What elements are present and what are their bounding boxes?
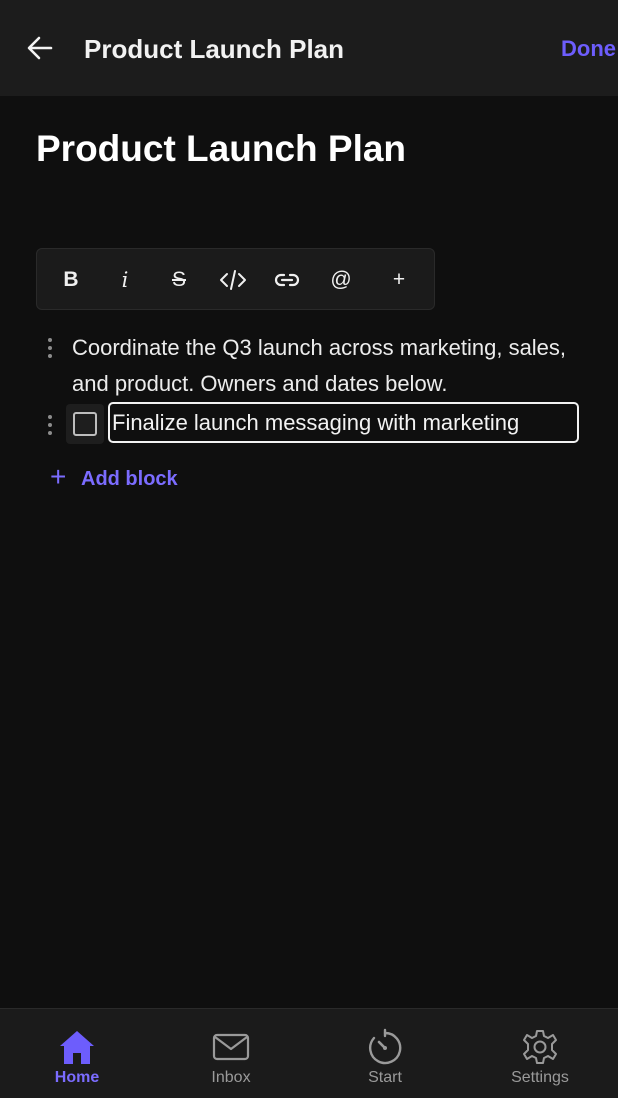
paragraph-drag-handle[interactable] <box>43 336 57 360</box>
back-button[interactable] <box>22 30 58 66</box>
add-block-label: Add block <box>81 467 178 490</box>
todo-checkbox[interactable] <box>66 404 104 444</box>
todo-drag-handle[interactable] <box>43 413 57 437</box>
mail-icon <box>211 1027 251 1067</box>
nav-label-settings: Settings <box>511 1069 569 1086</box>
code-button[interactable] <box>206 249 260 311</box>
formatting-toolbar: B i S @ + <box>36 248 435 310</box>
nav-label-inbox: Inbox <box>211 1069 251 1086</box>
header-title: Product Launch Plan <box>84 34 345 64</box>
link-icon <box>274 273 300 287</box>
link-button[interactable] <box>260 249 314 311</box>
plus-icon: + <box>50 461 67 492</box>
insert-button[interactable]: + <box>372 249 426 311</box>
mention-button[interactable]: @ <box>314 249 368 311</box>
paragraph-block[interactable]: Coordinate the Q3 launch across marketin… <box>72 330 582 402</box>
nav-item-home[interactable]: Home <box>0 1009 154 1098</box>
nav-item-inbox[interactable]: Inbox <box>154 1009 308 1098</box>
todo-text-input[interactable] <box>108 402 579 443</box>
strikethrough-button[interactable]: S <box>152 249 206 311</box>
timer-icon <box>365 1027 405 1067</box>
nav-item-settings[interactable]: Settings <box>463 1009 617 1098</box>
done-button[interactable]: Done <box>561 36 616 62</box>
nav-item-start[interactable]: Start <box>308 1009 462 1098</box>
home-icon <box>57 1027 97 1067</box>
document-title[interactable]: Product Launch Plan <box>36 128 406 170</box>
nav-label-home: Home <box>54 1069 100 1086</box>
bold-button[interactable]: B <box>44 249 98 311</box>
gear-icon <box>520 1027 560 1067</box>
top-bar: Product Launch Plan Done <box>0 0 618 96</box>
app-screen: Product Launch Plan Done Product Launch … <box>0 0 618 1098</box>
code-icon <box>220 270 246 290</box>
arrow-left-icon <box>27 36 53 60</box>
italic-button[interactable]: i <box>98 249 152 311</box>
nav-label-start: Start <box>368 1069 402 1086</box>
checkbox-box <box>73 412 97 436</box>
add-block-button[interactable]: + Add block <box>50 461 178 494</box>
bottom-nav: Home Inbox Start Settings <box>0 1008 618 1098</box>
